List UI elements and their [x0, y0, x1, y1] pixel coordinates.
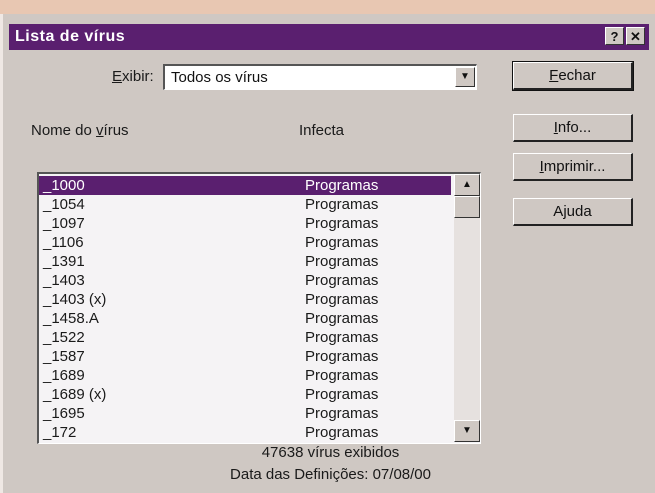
virus-infects: Programas	[305, 329, 379, 346]
help-button-prefix: A	[553, 203, 564, 220]
virus-name: _1403 (x)	[43, 291, 107, 308]
filter-dropdown[interactable]: Todos os vírus ▼	[163, 64, 477, 90]
virus-infects: Programas	[305, 424, 379, 441]
virus-list-row[interactable]: _1689 (x) Programas	[39, 385, 451, 404]
help-button-rest: uda	[566, 203, 592, 220]
print-button-label: mprimir...	[543, 158, 606, 175]
virus-name: _1097	[43, 215, 85, 232]
column-name-rest: írus	[103, 122, 129, 139]
virus-name: _172	[43, 424, 77, 441]
scroll-up-icon[interactable]: ▲	[454, 174, 480, 196]
scroll-thumb[interactable]	[454, 196, 480, 218]
virus-name: _1391	[43, 253, 85, 270]
help-button[interactable]: Ajuda	[513, 198, 633, 226]
filter-label-rest: xibir:	[122, 68, 154, 85]
title-bar[interactable]: Lista de vírus ? ✕	[9, 24, 649, 50]
virus-list-row[interactable]: _1689 Programas	[39, 366, 451, 385]
filter-label-hotkey: E	[112, 68, 123, 85]
virus-list-row[interactable]: _1403 Programas	[39, 271, 451, 290]
virus-list-row[interactable]: _1458.A Programas	[39, 309, 451, 328]
virus-infects: Programas	[305, 253, 379, 270]
virus-list-row[interactable]: _1403 (x) Programas	[39, 290, 451, 309]
virus-list-row[interactable]: _1054 Programas	[39, 195, 451, 214]
print-button[interactable]: Imprimir...	[513, 153, 633, 181]
virus-name: _1689 (x)	[43, 386, 107, 403]
info-button[interactable]: Info...	[513, 114, 633, 142]
virus-list-row[interactable]: _1695 Programas	[39, 404, 451, 423]
filter-label: Exibir:	[112, 68, 154, 85]
virus-infects: Programas	[305, 215, 379, 232]
virus-name: _1689	[43, 367, 85, 384]
close-button-label: echar	[558, 67, 596, 84]
column-header-infects: Infecta	[299, 122, 345, 139]
virus-list-scrollbar[interactable]: ▲ ▼	[454, 174, 480, 442]
virus-name: _1587	[43, 348, 85, 365]
virus-list-rows: _1000 Programas _1054 Programas _1097 Program…	[39, 176, 451, 442]
virus-count: 47638 vírus exibidos	[261, 444, 400, 461]
virus-list-row[interactable]: _1097 Programas	[39, 214, 451, 233]
virus-list-row[interactable]: _172 Programas	[39, 423, 451, 442]
column-name-prefix: Nome do	[31, 122, 97, 139]
close-button[interactable]: Fechar	[512, 61, 634, 91]
virus-infects: Programas	[305, 196, 379, 213]
help-icon[interactable]: ?	[605, 27, 624, 45]
scroll-down-icon[interactable]: ▼	[454, 420, 480, 442]
virus-infects: Programas	[305, 291, 379, 308]
close-button-hotkey: F	[549, 67, 559, 84]
definitions-date: Data das Definições: 07/08/00	[230, 466, 431, 483]
virus-infects: Programas	[305, 272, 379, 289]
virus-list-dialog: Lista de vírus ? ✕ Exibir: Todos os víru…	[0, 14, 655, 493]
virus-list-row[interactable]: _1522 Programas	[39, 328, 451, 347]
virus-name: _1054	[43, 196, 85, 213]
info-button-label: nfo...	[557, 119, 592, 136]
virus-infects: Programas	[305, 348, 379, 365]
virus-name: _1458.A	[43, 310, 99, 327]
filter-dropdown-value: Todos os vírus	[171, 69, 268, 86]
virus-name: _1000	[43, 177, 85, 194]
virus-name: _1106	[43, 234, 84, 251]
close-icon[interactable]: ✕	[626, 27, 645, 45]
virus-list-row[interactable]: _1000 Programas	[39, 176, 451, 195]
virus-name: _1695	[43, 405, 85, 422]
virus-list[interactable]: _1000 Programas _1054 Programas _1097 Program…	[37, 172, 481, 444]
chevron-down-icon[interactable]: ▼	[455, 67, 475, 87]
virus-list-row[interactable]: _1391 Programas	[39, 252, 451, 271]
virus-infects: Programas	[305, 386, 379, 403]
virus-name: _1403	[43, 272, 85, 289]
virus-infects: Programas	[305, 367, 379, 384]
virus-list-row[interactable]: _1587 Programas	[39, 347, 451, 366]
virus-name: _1522	[43, 329, 85, 346]
virus-list-row[interactable]: _1106 Programas	[39, 233, 451, 252]
virus-infects: Programas	[305, 310, 379, 327]
window-title: Lista de vírus	[15, 28, 126, 45]
virus-infects: Programas	[305, 177, 379, 194]
virus-infects: Programas	[305, 405, 379, 422]
virus-infects: Programas	[305, 234, 379, 251]
column-name-hotkey: v	[96, 122, 104, 139]
column-header-virus-name: Nome do vírus	[31, 122, 129, 139]
